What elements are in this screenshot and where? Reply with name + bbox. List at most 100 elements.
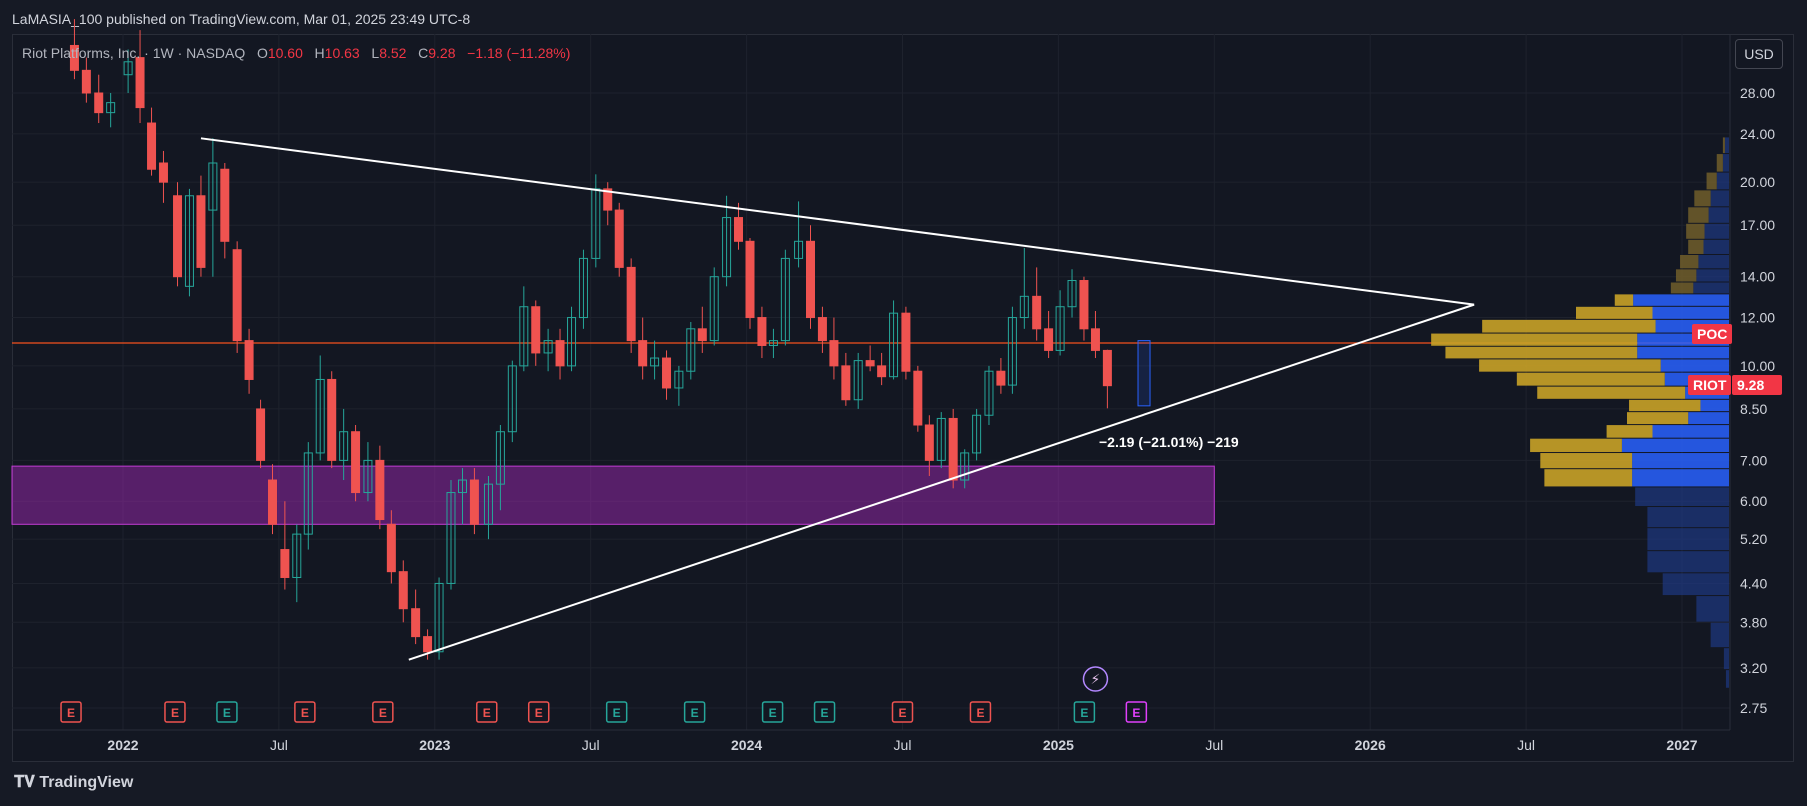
earnings-marker-label: E (976, 706, 984, 720)
vp-bar-up (1516, 372, 1665, 386)
vp-bar-down (1696, 269, 1729, 282)
vp-bar-up (1706, 172, 1717, 190)
candle-body (638, 340, 648, 367)
earnings-markers: E E E E E E E E E E E E E E E ⚡ (60, 666, 1148, 723)
candle-body (375, 459, 385, 521)
candle-body (196, 195, 206, 268)
vp-bar-up (1606, 425, 1653, 438)
candle-body (865, 360, 875, 367)
price-chart[interactable]: E E E E E E E E E E E E E E E ⚡ 28.00 24.00 20.00 17.00 14.… (0, 0, 1807, 806)
vp-bar-down (1700, 399, 1729, 412)
candle-body (81, 69, 91, 94)
candle-body (244, 340, 254, 380)
earnings-marker-label: E (301, 706, 309, 720)
price-tick-label: 6.00 (1740, 493, 1767, 509)
earnings-marker-miss[interactable]: E (164, 701, 186, 723)
price-badge: 9.28 (1732, 375, 1782, 395)
price-tick-label: 20.00 (1740, 174, 1775, 190)
candle-body (220, 168, 230, 242)
vp-bar-up (1544, 469, 1633, 487)
vp-bar-up (1445, 346, 1638, 359)
vp-bar-up (1537, 386, 1686, 399)
earnings-marker-miss[interactable]: E (372, 701, 394, 723)
earnings-marker-beat[interactable]: E (761, 701, 784, 723)
earnings-marker-beat[interactable]: E (605, 701, 628, 723)
earnings-marker-miss[interactable]: E (891, 701, 914, 723)
candle-body (280, 549, 290, 578)
support-zone[interactable] (11, 465, 1215, 525)
vp-bar-up (1540, 453, 1633, 469)
candle-body (411, 608, 421, 638)
price-tick-label: 8.50 (1740, 401, 1767, 417)
candle-body (256, 408, 266, 461)
vp-bar-up (1530, 438, 1622, 453)
vp-bar-down (1693, 282, 1729, 294)
candle-body (1044, 328, 1054, 351)
candle-body (398, 571, 408, 610)
earnings-marker-miss[interactable]: E (294, 701, 316, 723)
bolt-marker[interactable]: ⚡ (1082, 666, 1109, 692)
trendline (200, 137, 1475, 306)
bolt-icon: ⚡ (1091, 672, 1101, 688)
vp-bar-down (1710, 622, 1729, 648)
time-tick-label: 2023 (419, 737, 450, 753)
time-tick-label: Jul (582, 737, 600, 753)
symbol-legend[interactable]: Riot Platforms, Inc. · 1W · NASDAQ O10.6… (22, 45, 570, 61)
price-tick-label: 28.00 (1740, 85, 1775, 101)
vp-bar-down (1708, 207, 1729, 223)
tv-logo-icon: 𝐓𝐕 (14, 774, 35, 791)
candle-body (924, 424, 934, 461)
vp-bar-up (1716, 154, 1723, 172)
earnings-marker-beat[interactable]: E (216, 701, 238, 723)
earnings-marker-label: E (613, 706, 621, 720)
symbol-title[interactable]: Riot Platforms, Inc. · 1W · NASDAQ (22, 45, 245, 61)
currency-button[interactable]: USD (1735, 39, 1783, 69)
earnings-marker-label: E (171, 706, 179, 720)
earnings-marker-miss[interactable]: E (527, 701, 550, 723)
candle-body (662, 357, 672, 389)
vp-bar-up (1627, 412, 1689, 425)
candle-body (841, 365, 851, 401)
earnings-marker-upcoming[interactable]: E (1125, 701, 1148, 723)
earnings-marker-miss[interactable]: E (476, 701, 498, 723)
change-value: −1.18 (−11.28%) (467, 45, 571, 61)
candle-body (745, 240, 755, 319)
candle-body (901, 312, 911, 372)
time-tick-label: 2025 (1043, 737, 1074, 753)
close-value: 9.28 (428, 45, 456, 61)
candle-body (232, 249, 242, 342)
vp-bar-up (1688, 207, 1709, 223)
vp-bar-down (1660, 359, 1729, 372)
candle-body (531, 306, 541, 354)
price-tick-label: 10.00 (1740, 358, 1775, 374)
price-tick-label: 3.80 (1740, 614, 1767, 630)
earnings-marker-beat[interactable]: E (813, 701, 836, 723)
time-tick-label: 2026 (1355, 737, 1386, 753)
candle-body (996, 370, 1006, 386)
earnings-marker-beat[interactable]: E (1073, 701, 1096, 723)
vp-bar-up (1688, 239, 1704, 254)
high-label: H (314, 45, 325, 61)
price-tick-label: 5.20 (1740, 531, 1767, 547)
candle-body (386, 523, 396, 573)
vp-bar-down (1647, 551, 1729, 573)
volume-profile (1431, 137, 1729, 688)
price-tick-label: 24.00 (1740, 126, 1775, 142)
candle-body (268, 479, 278, 525)
earnings-marker-label: E (1080, 706, 1088, 720)
price-tick-label: 7.00 (1740, 452, 1767, 468)
earnings-marker-miss[interactable]: E (969, 701, 992, 723)
tradingview-logo[interactable]: 𝐓𝐕 TradingView (14, 774, 133, 792)
candle-body (817, 317, 827, 342)
candle-body (327, 378, 337, 461)
vp-bar-down (1698, 254, 1729, 269)
earnings-marker-miss[interactable]: E (60, 701, 82, 723)
earnings-marker-label: E (691, 706, 699, 720)
earnings-marker-beat[interactable]: E (683, 701, 706, 723)
candle-body (913, 370, 923, 426)
candle-body (135, 57, 145, 109)
time-tick-label: Jul (1205, 737, 1223, 753)
candle-body (423, 636, 433, 653)
earnings-marker-label: E (483, 706, 491, 720)
vp-bar-down (1716, 172, 1729, 190)
